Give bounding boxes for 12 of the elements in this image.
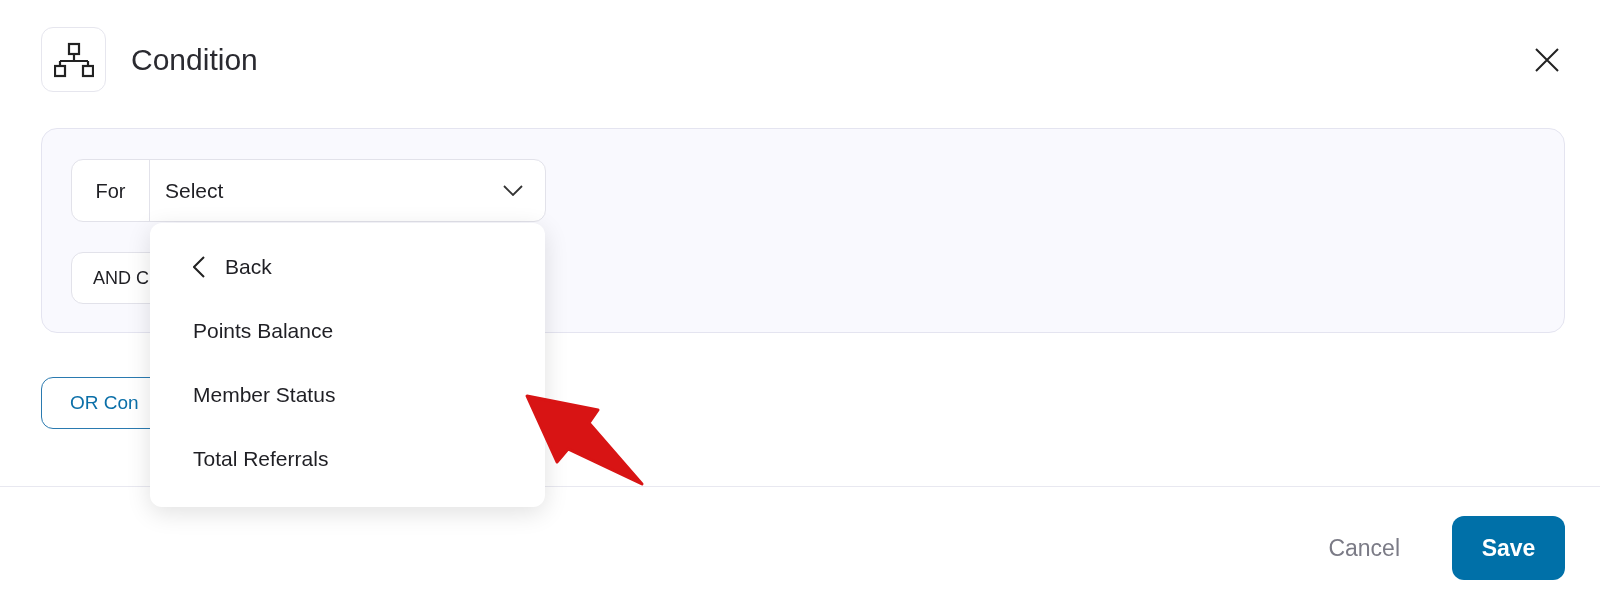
chevron-left-icon — [193, 256, 205, 278]
back-menu-item[interactable]: Back — [193, 235, 272, 299]
hierarchy-icon — [53, 41, 94, 78]
cancel-button[interactable]: Cancel — [1328, 530, 1400, 566]
for-select-field[interactable]: For Select — [71, 159, 546, 222]
for-label: For — [72, 160, 150, 221]
dialog-title: Condition — [131, 42, 258, 78]
save-button[interactable]: Save — [1452, 516, 1565, 580]
chevron-down-icon — [503, 185, 523, 196]
menu-item[interactable]: Total Referrals — [193, 427, 329, 491]
select-value: Select — [165, 177, 224, 204]
menu-item[interactable]: Points Balance — [193, 299, 334, 363]
